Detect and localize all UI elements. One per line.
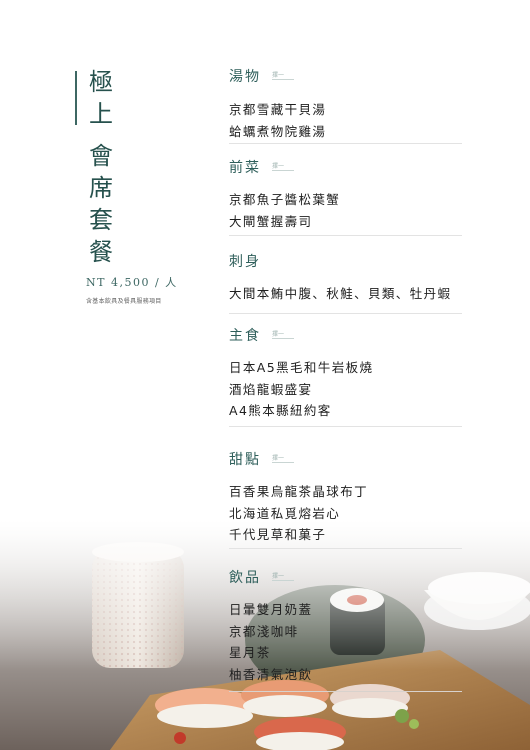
title-char: 極 [89,68,113,96]
title-char: 餐 [89,238,113,266]
section-appetizer: 前菜 擇一 京都魚子醬松葉蟹 大閘蟹握壽司 [229,157,462,236]
menu-item: 星月茶 [229,645,271,660]
section-divider [229,235,462,236]
section-tag: 擇一 [272,573,285,580]
section-dessert: 甜點 擇一 百香果烏龍茶晶球布丁 北海道私覓熔岩心 千代見草和菓子 [229,449,462,549]
section-divider [229,548,462,549]
section-divider [229,426,462,427]
menu-item: 京都淺咖啡 [229,623,299,639]
section-divider [229,691,462,692]
menu-item: 百香果烏龍茶晶球布丁 [229,484,369,499]
menu-item: 日本A5黑毛和牛岩板燒 [229,360,374,375]
title-accent-rule [75,71,77,125]
title-char: 會 [89,142,113,170]
menu-item: 大閘蟹握壽司 [229,213,313,229]
menu-item: 北海道私覓熔岩心 [229,505,341,521]
menu-item: 柚香清氣泡飲 [229,666,313,682]
section-divider [229,143,462,144]
menu-item: A4熊本縣紐約客 [229,403,332,418]
title-char: 上 [89,100,113,128]
menu-item: 酒焰龍蝦盛宴 [229,381,313,397]
section-title: 飲品 [229,570,261,586]
section-title: 前菜 [229,160,261,176]
menu-page: 極 上 會 席 套 餐 NT 4,500 / 人 含基本飲具及餐具服務項目 湯物… [0,0,530,750]
section-tag-line [272,79,294,80]
section-drinks: 飲品 擇一 日暈雙月奶蓋 京都淺咖啡 星月茶 柚香清氣泡飲 [229,567,462,692]
section-tag: 擇一 [272,72,285,79]
section-tag-line [272,580,294,581]
menu-item: 日暈雙月奶蓋 [229,602,313,617]
section-tag-line [272,170,294,171]
section-tag-line [272,462,294,463]
price-note: 含基本飲具及餐具服務項目 [86,298,162,305]
section-divider [229,313,462,314]
title-char: 席 [89,174,113,202]
menu-title: 極 上 會 席 套 餐 [86,66,116,268]
menu-item: 京都魚子醬松葉蟹 [229,192,341,207]
menu-item: 千代見草和菓子 [229,527,327,542]
section-tag: 擇一 [272,455,285,462]
menu-item: 蛤蠣煮物院雞湯 [229,123,327,139]
title-char: 套 [89,206,113,234]
section-title: 甜點 [229,452,261,468]
menu-item: 京都雪藏干貝湯 [229,102,327,117]
section-title: 湯物 [229,69,261,85]
section-tag: 擇一 [272,163,285,170]
section-main: 主食 擇一 日本A5黑毛和牛岩板燒 酒焰龍蝦盛宴 A4熊本縣紐約客 [229,325,462,427]
section-tag-line [272,338,294,339]
section-tag: 擇一 [272,331,285,338]
price: NT 4,500 / 人 [86,276,178,289]
section-title: 刺身 [229,254,261,270]
section-title: 主食 [229,328,261,344]
section-sashimi: 刺身 大間本鮪中腹、秋鮭、貝類、牡丹蝦 [229,251,462,314]
section-soup: 湯物 擇一 京都雪藏干貝湯 蛤蠣煮物院雞湯 [229,66,462,144]
menu-item: 大間本鮪中腹、秋鮭、貝類、牡丹蝦 [229,286,452,301]
